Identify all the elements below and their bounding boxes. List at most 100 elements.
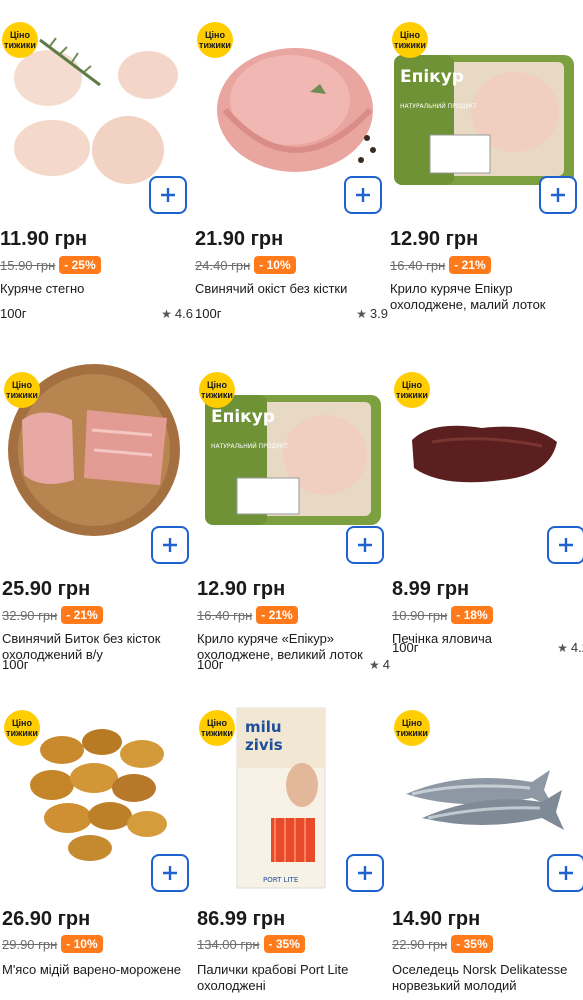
- product-rating: ★ 4: [369, 657, 390, 672]
- product-price: 12.90 грн: [197, 578, 286, 600]
- promo-badge: Ціно тижики: [197, 22, 233, 58]
- product-card[interactable]: Ціно тижики 26.90 грн 29.90 грн - 10% М'…: [2, 690, 197, 1000]
- add-to-cart-button[interactable]: [344, 176, 382, 214]
- product-name[interactable]: Печінка яловича: [392, 631, 583, 647]
- product-name[interactable]: Палички крабові Port Lite охолоджені: [197, 962, 389, 994]
- discount-badge: - 25%: [59, 256, 101, 274]
- product-name[interactable]: Крило куряче Епікур охолоджене, малий ло…: [390, 281, 582, 313]
- plus-icon: [551, 188, 565, 202]
- old-price: 24.40 грн: [195, 257, 251, 273]
- promo-badge: Ціно тижики: [199, 372, 235, 408]
- plus-icon: [358, 866, 372, 880]
- product-price: 21.90 грн: [195, 228, 284, 250]
- product-price: 12.90 грн: [390, 228, 479, 250]
- crab-brand-line1: milu: [245, 718, 282, 736]
- product-card[interactable]: Ціно тижики 21.90 грн 24.40 грн - 10% Св…: [195, 0, 390, 345]
- product-card[interactable]: Ціно тижики 14.90 грн 22.90 грн - 35% Ос…: [392, 690, 583, 1000]
- product-weight: 100г: [195, 306, 222, 321]
- price-old-row: 24.40 грн - 10%: [195, 255, 296, 275]
- plus-icon: [358, 538, 372, 552]
- discount-badge: - 21%: [449, 256, 491, 274]
- star-icon: ★: [161, 306, 172, 321]
- old-price: 10.90 грн: [392, 607, 448, 623]
- plus-icon: [559, 866, 573, 880]
- promo-badge: Ціно тижики: [394, 372, 430, 408]
- product-rating: ★ 4.2: [557, 640, 583, 655]
- rating-value: 4: [382, 657, 390, 672]
- discount-badge: - 21%: [61, 606, 103, 624]
- package-label: НАТУРАЛЬНИЙ ПРОДУКТ: [211, 443, 288, 450]
- product-price: 8.99 грн: [392, 578, 470, 600]
- product-name[interactable]: Оселедець Norsk Delikatesse норвезький м…: [392, 962, 583, 994]
- plus-icon: [161, 188, 175, 202]
- price-old-row: 134.00 грн - 35%: [197, 934, 305, 954]
- package-brand: Епікур: [400, 67, 464, 87]
- old-price: 22.90 грн: [392, 936, 448, 952]
- discount-badge: - 18%: [451, 606, 493, 624]
- product-price: 25.90 грн: [2, 578, 91, 600]
- price-old-row: 15.90 грн - 25%: [0, 255, 101, 275]
- product-price: 11.90 грн: [0, 228, 88, 250]
- old-price: 16.40 грн: [390, 257, 446, 273]
- product-name[interactable]: Крило куряче «Епікур» охолоджене, велики…: [197, 631, 389, 663]
- add-to-cart-button[interactable]: [346, 526, 384, 564]
- add-to-cart-button[interactable]: [346, 854, 384, 892]
- promo-badge: Ціно тижики: [392, 22, 428, 58]
- product-rating: ★ 3.9: [356, 306, 388, 321]
- product-rating: ★ 4.6: [161, 306, 193, 321]
- package-brand: Епікур: [211, 407, 275, 427]
- discount-badge: - 10%: [61, 935, 103, 953]
- crab-box-footer: PORT LITE: [263, 876, 298, 884]
- rating-value: 4.2: [570, 640, 583, 655]
- price-old-row: 22.90 грн - 35%: [392, 934, 493, 954]
- discount-badge: - 10%: [254, 256, 296, 274]
- crab-brand-line2: zivis: [245, 736, 283, 754]
- product-name[interactable]: Свинячий Биток без кісток охолоджений в/…: [2, 631, 194, 663]
- add-to-cart-button[interactable]: [149, 176, 187, 214]
- add-to-cart-button[interactable]: [539, 176, 577, 214]
- promo-badge: Ціно тижики: [199, 710, 235, 746]
- package-label: НАТУРАЛЬНИЙ ПРОДУКТ: [400, 103, 477, 110]
- plus-icon: [559, 538, 573, 552]
- old-price: 29.90 грн: [2, 936, 58, 952]
- product-price: 86.99 грн: [197, 908, 286, 930]
- discount-badge: - 35%: [451, 935, 493, 953]
- star-icon: ★: [356, 306, 367, 321]
- product-price: 14.90 грн: [392, 908, 481, 930]
- promo-badge: Ціно тижики: [4, 710, 40, 746]
- product-card[interactable]: Ціно тижики 11.90 грн 15.90 грн - 25% Ку…: [0, 0, 195, 345]
- rating-value: 4.6: [174, 306, 193, 321]
- product-card[interactable]: Епікур НАТУРАЛЬНИЙ ПРОДУКТ Ціно тижики 1…: [390, 0, 583, 345]
- product-name[interactable]: М'ясо мідій варено-морожене: [2, 962, 194, 978]
- old-price: 16.40 грн: [197, 607, 253, 623]
- plus-icon: [163, 866, 177, 880]
- price-old-row: 16.40 грн - 21%: [197, 605, 298, 625]
- rating-value: 3.9: [369, 306, 388, 321]
- product-card[interactable]: Ціно тижики 25.90 грн 32.90 грн - 21% Св…: [2, 350, 197, 695]
- product-name[interactable]: Свинячий окіст без кістки: [195, 281, 387, 297]
- product-card[interactable]: Ціно тижики 8.99 грн 10.90 грн - 18% Печ…: [392, 350, 583, 695]
- product-card[interactable]: milu zivis PORT LITE Ціно тижики 86.99 г…: [197, 690, 392, 1000]
- promo-badge: Ціно тижики: [4, 372, 40, 408]
- promo-badge: Ціно тижики: [2, 22, 38, 58]
- promo-badge: Ціно тижики: [394, 710, 430, 746]
- add-to-cart-button[interactable]: [547, 854, 583, 892]
- old-price: 32.90 грн: [2, 607, 58, 623]
- star-icon: ★: [557, 640, 568, 655]
- plus-icon: [163, 538, 177, 552]
- price-old-row: 10.90 грн - 18%: [392, 605, 493, 625]
- product-weight: 100г: [2, 657, 29, 672]
- price-old-row: 16.40 грн - 21%: [390, 255, 491, 275]
- add-to-cart-button[interactable]: [547, 526, 583, 564]
- add-to-cart-button[interactable]: [151, 526, 189, 564]
- star-icon: ★: [369, 657, 380, 672]
- product-weight: 100г: [197, 657, 224, 672]
- price-old-row: 29.90 грн - 10%: [2, 934, 103, 954]
- add-to-cart-button[interactable]: [151, 854, 189, 892]
- price-old-row: 32.90 грн - 21%: [2, 605, 103, 625]
- discount-badge: - 35%: [263, 935, 305, 953]
- product-name[interactable]: Куряче стегно: [0, 281, 192, 297]
- product-card[interactable]: Епікур НАТУРАЛЬНИЙ ПРОДУКТ Ціно тижики 1…: [197, 350, 392, 695]
- product-weight: 100г: [0, 306, 27, 321]
- plus-icon: [356, 188, 370, 202]
